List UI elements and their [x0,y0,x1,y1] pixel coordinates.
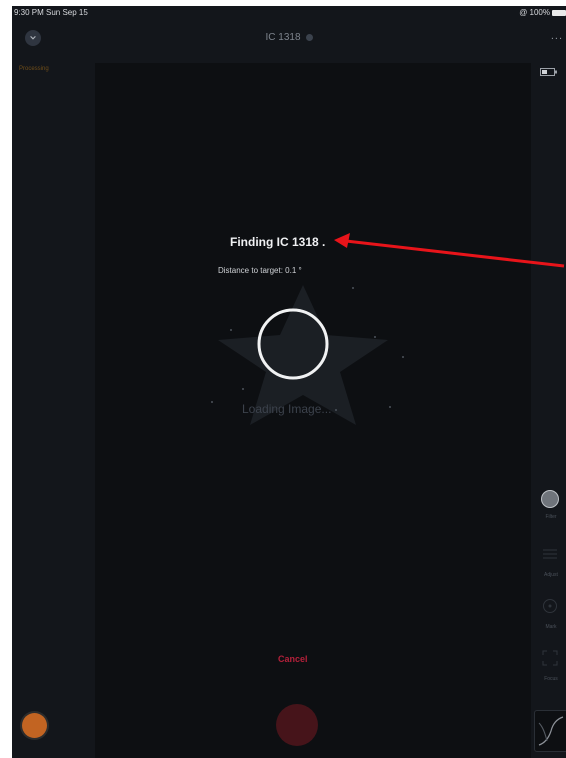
battery-percent: @ 100% [519,8,550,17]
star-dot [389,406,391,408]
histogram-button[interactable] [534,710,566,752]
spinner-icon [257,308,329,380]
finding-title: Finding IC 1318 . [230,235,326,249]
star-dot [352,287,354,289]
arrow-icon [334,233,565,268]
star-dot [374,336,376,338]
battery-icon [552,10,566,16]
image-thumbnail[interactable] [22,713,47,738]
adjust-icon[interactable] [542,548,558,560]
status-time: 9:30 PM Sun Sep 15 [14,8,88,17]
nav-bar: IC 1318 ... [12,20,566,56]
star-dot [230,329,232,331]
status-bar: 9:30 PM Sun Sep 15 @ 100% [12,6,566,20]
app-screen: 9:30 PM Sun Sep 15 @ 100% IC 1318 ... Pr… [12,6,566,758]
filter-icon[interactable] [542,491,558,507]
star-dot [242,388,244,390]
adjust-label: Adjust [544,572,558,578]
nav-title: IC 1318 [12,32,566,43]
mark-label: Mark [545,624,557,630]
loading-text: Loading Image... [242,402,332,416]
mark-icon[interactable] [542,598,558,614]
processing-label: Processing [19,66,49,72]
cancel-button[interactable]: Cancel [278,654,308,664]
focus-label: Focus [544,676,558,682]
star-dot [402,356,404,358]
curve-icon [538,716,564,746]
filter-label: Filter [545,514,557,520]
focus-icon[interactable] [542,650,558,666]
battery-icon [540,68,557,76]
more-button[interactable]: ... [551,30,563,42]
distance-to-target: Distance to target: 0.1 ° [218,266,302,275]
star-dot [335,409,337,411]
capture-button[interactable] [276,704,318,746]
star-dot [211,401,213,403]
nav-title-text: IC 1318 [265,32,301,43]
info-icon[interactable] [305,33,313,41]
